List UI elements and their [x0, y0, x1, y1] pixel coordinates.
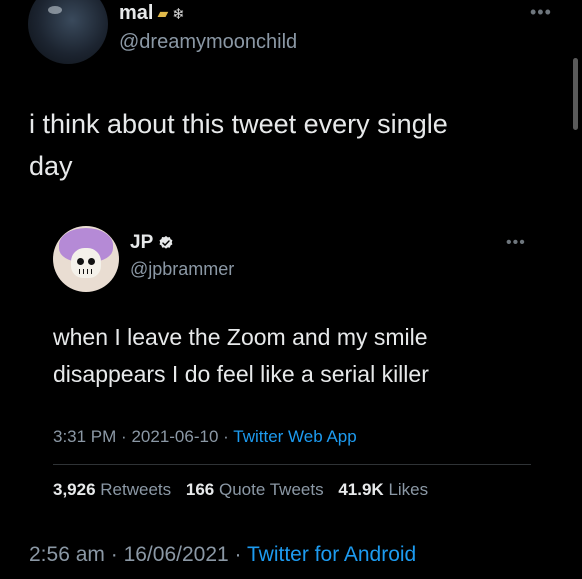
tweet-text: i think about this tweet every single da…	[29, 103, 549, 187]
likes-count[interactable]: 41.9K	[338, 480, 383, 499]
author-name-row: mal ▰ ❄	[119, 2, 185, 25]
quoted-author-display-name[interactable]: JP	[130, 232, 153, 254]
stats-divider	[53, 464, 531, 465]
quoted-tweet-meta: 3:31 PM · 2021-06-10 · Twitter Web App	[53, 427, 357, 447]
quoted-author-name-row: JP	[130, 232, 174, 254]
more-dots-icon[interactable]: •••	[530, 2, 552, 23]
more-dots-icon[interactable]: •••	[506, 234, 526, 252]
likes-label[interactable]: Likes	[388, 480, 428, 499]
quote-tweets-label[interactable]: Quote Tweets	[219, 480, 324, 499]
verified-badge-icon	[159, 236, 173, 249]
quoted-author-handle[interactable]: @jpbrammer	[130, 259, 234, 280]
author-display-name[interactable]: mal	[119, 2, 153, 25]
retweets-label[interactable]: Retweets	[100, 480, 171, 499]
gold-bar-emoji-icon: ▰	[157, 5, 169, 21]
retweets-count[interactable]: 3,926	[53, 480, 96, 499]
snowflake-emoji-icon: ❄	[172, 5, 185, 23]
tweet-text-line: i think about this tweet every single	[29, 109, 448, 139]
scrollbar-thumb[interactable]	[573, 58, 578, 130]
tweet-source-link[interactable]: Twitter for Android	[247, 543, 416, 566]
author-handle[interactable]: @dreamymoonchild	[119, 31, 297, 54]
meta-separator: ·	[110, 543, 118, 566]
tweet-date[interactable]: 16/06/2021	[124, 543, 229, 566]
tweet-time[interactable]: 2:56 am	[29, 543, 105, 566]
quoted-tweet-date[interactable]: 2021-06-10	[131, 427, 218, 446]
meta-separator: ·	[121, 427, 127, 446]
quote-tweets-count[interactable]: 166	[186, 480, 214, 499]
quoted-tweet-text: when I leave the Zoom and my smile disap…	[53, 319, 533, 393]
meta-separator: ·	[223, 427, 229, 446]
quoted-text-line: disappears I do feel like a serial kille…	[53, 361, 429, 387]
quoted-tweet-source-link[interactable]: Twitter Web App	[233, 427, 356, 446]
quoted-tweet-stats: 3,926 Retweets 166 Quote Tweets 41.9K Li…	[53, 480, 428, 500]
tweet-text-line: day	[29, 151, 73, 181]
quoted-text-line: when I leave the Zoom and my smile	[53, 324, 428, 350]
quoted-tweet-time[interactable]: 3:31 PM	[53, 427, 116, 446]
tweet-meta: 2:56 am · 16/06/2021 · Twitter for Andro…	[29, 543, 416, 567]
author-avatar[interactable]	[28, 0, 108, 64]
meta-separator: ·	[234, 543, 242, 566]
quoted-author-avatar[interactable]	[53, 226, 119, 292]
